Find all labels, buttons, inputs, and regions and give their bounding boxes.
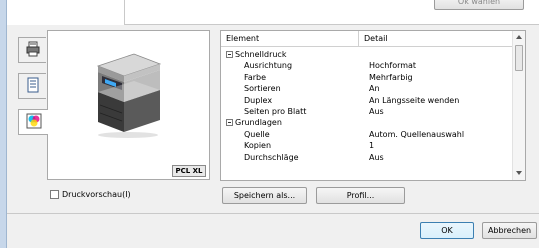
scroll-down-icon[interactable] xyxy=(516,171,522,175)
group-label: Grundlagen xyxy=(235,118,282,128)
pdl-badge: PCL XL xyxy=(172,165,206,177)
tab-color[interactable] xyxy=(18,109,48,135)
collapse-toggle-icon[interactable] xyxy=(226,51,233,58)
detail-cell: Aus xyxy=(369,107,384,116)
tab-printer-list[interactable] xyxy=(18,37,46,63)
table-row[interactable]: Kopien 1 xyxy=(226,140,506,151)
table-rows: Schnelldruck Ausrichtung Hochformat Farbe Me… xyxy=(226,49,506,180)
element-cell: Sortieren xyxy=(244,84,281,94)
table-row[interactable]: Ausrichtung Hochformat xyxy=(226,60,506,71)
document-icon xyxy=(27,77,39,95)
group-label: Schnelldruck xyxy=(235,50,287,59)
table-row[interactable]: Farbe Mehrfarbig xyxy=(226,72,506,83)
settings-table: Element Detail Schnelldruck Ausrichtung Ho… xyxy=(220,30,526,181)
element-cell: Quelle xyxy=(244,129,270,139)
printer-list-icon xyxy=(26,41,40,59)
detail-cell: Aus xyxy=(369,152,384,162)
group-cell: Grundlagen xyxy=(226,117,282,128)
element-cell: Duplex xyxy=(244,95,273,105)
detail-cell: An xyxy=(369,84,380,94)
table-row[interactable]: Duplex An Längsseite wenden xyxy=(226,95,506,106)
scroll-thumb[interactable] xyxy=(515,45,523,71)
detail-cell: 1 xyxy=(369,141,375,151)
collapse-toggle-icon[interactable] xyxy=(226,119,233,127)
column-header-divider xyxy=(358,31,359,46)
column-header-element[interactable]: Element xyxy=(226,34,259,43)
tab-document[interactable] xyxy=(18,73,46,99)
table-row[interactable]: Durchschläge Aus xyxy=(226,152,506,163)
table-scrollbar[interactable] xyxy=(512,31,525,180)
element-cell: Seiten pro Blatt xyxy=(244,107,307,116)
table-row[interactable]: Quelle Autom. Quellenauswahl xyxy=(226,129,506,140)
element-cell: Ausrichtung xyxy=(244,61,293,71)
profile-button[interactable]: Profil... xyxy=(316,187,405,204)
detail-cell: Hochformat xyxy=(369,61,417,71)
column-header-detail[interactable]: Detail xyxy=(364,34,388,43)
detail-cell: Mehrfarbig xyxy=(369,72,413,82)
element-cell: Durchschläge xyxy=(244,152,299,162)
window-left-edge xyxy=(0,0,7,248)
table-group-row[interactable]: Schnelldruck xyxy=(226,49,506,60)
table-row[interactable]: Sortieren An xyxy=(226,83,506,94)
scroll-up-icon[interactable] xyxy=(516,35,522,39)
table-group-row[interactable]: Grundlagen xyxy=(226,117,506,128)
cancel-button[interactable]: Abbrechen xyxy=(482,222,537,239)
dialog-separator xyxy=(7,213,539,214)
ok-button[interactable]: OK xyxy=(420,222,474,239)
top-partial-button[interactable]: Ok wählen xyxy=(434,0,524,10)
table-row[interactable]: Seiten pro Blatt Aus xyxy=(226,106,506,117)
print-preview-checkbox[interactable] xyxy=(50,190,59,199)
element-cell: Farbe xyxy=(244,72,267,82)
detail-cell: Autom. Quellenauswahl xyxy=(369,129,465,139)
color-icon xyxy=(26,113,42,131)
table-header: Element Detail xyxy=(221,31,525,47)
detail-cell: An Längsseite wenden xyxy=(369,95,460,105)
group-cell: Schnelldruck xyxy=(226,49,286,60)
save-as-button[interactable]: Speichern als... xyxy=(222,187,307,204)
printer-mfp-image xyxy=(86,50,166,142)
print-preview-label: Druckvorschau(I) xyxy=(62,190,131,199)
element-cell: Kopien xyxy=(244,141,272,151)
